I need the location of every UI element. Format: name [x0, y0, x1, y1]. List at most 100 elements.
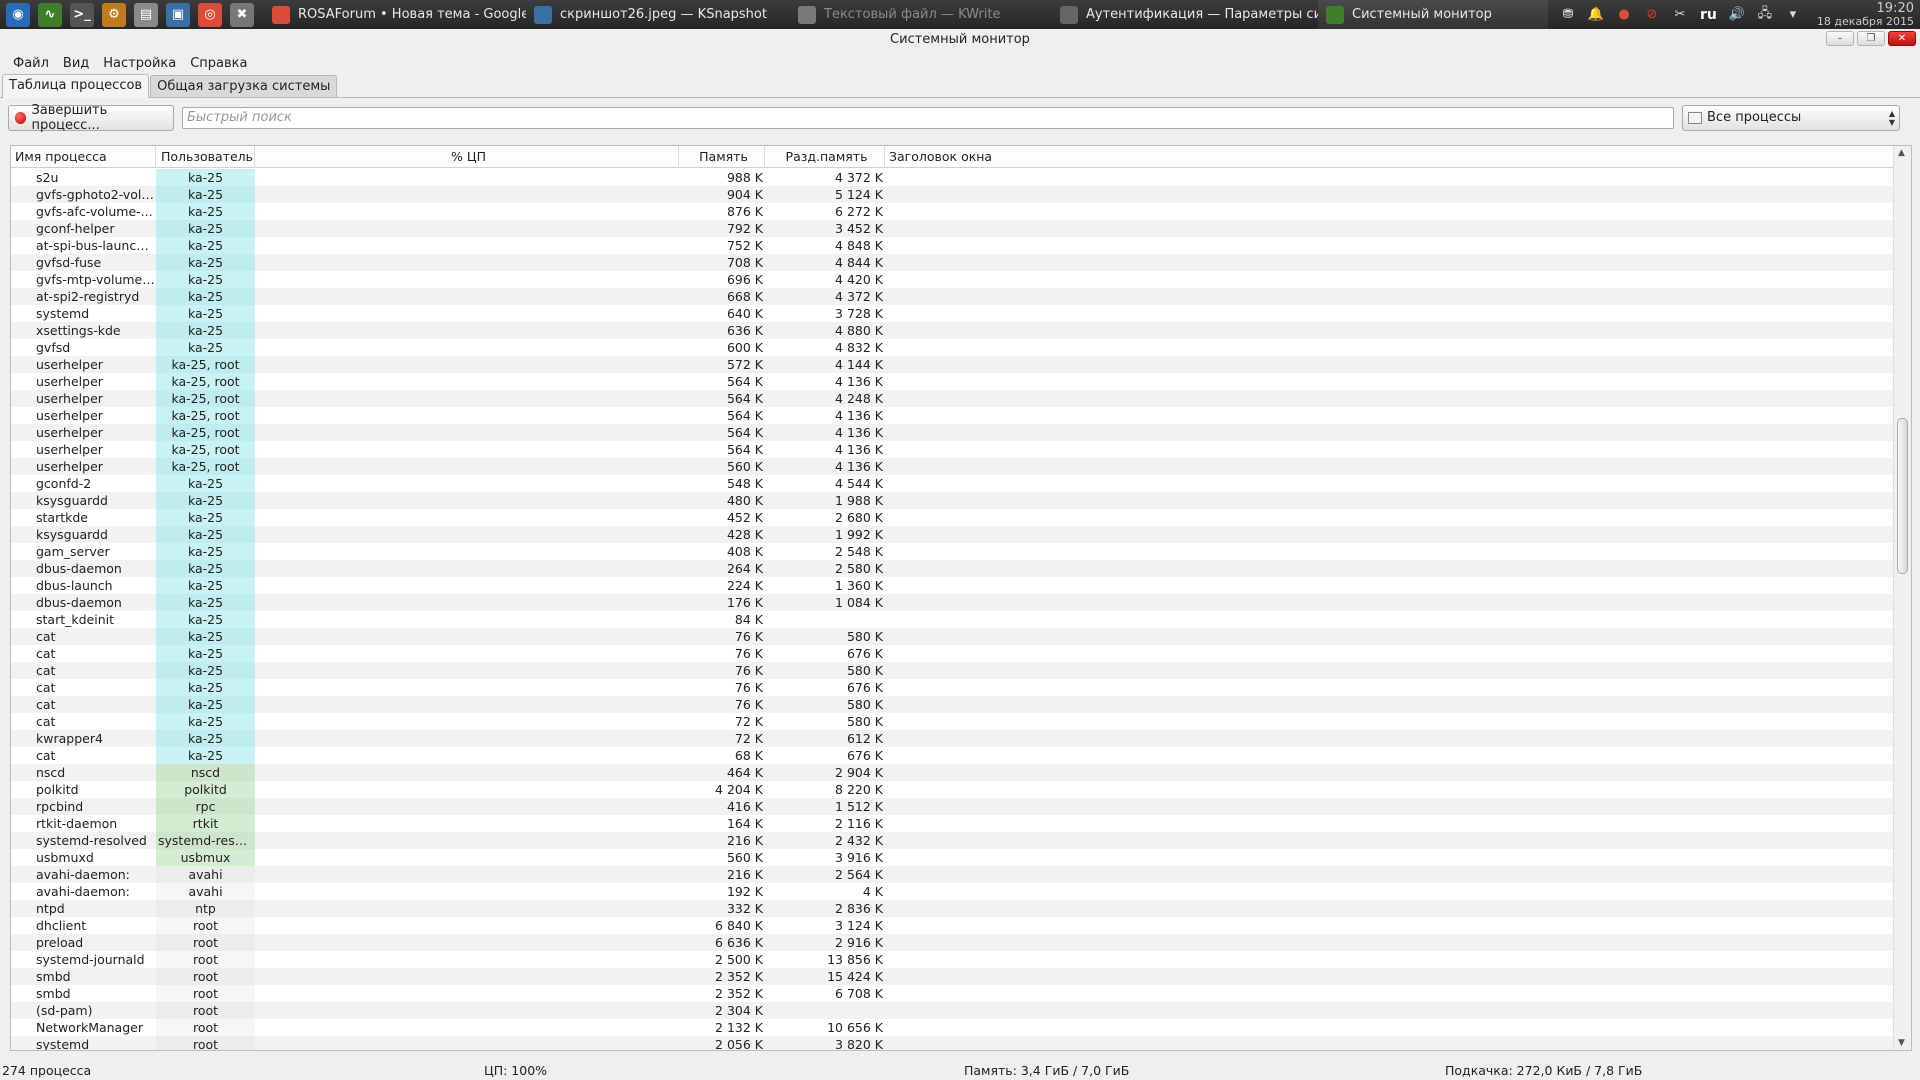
maximize-button[interactable]: ❐	[1857, 31, 1885, 46]
tray-expand-arrow-icon[interactable]: ▾	[1784, 6, 1802, 24]
table-row[interactable]: s2u ka-25 988 K 4 372 K	[11, 169, 1893, 186]
table-row[interactable]: ksysguardd ka-25 428 K 1 992 K	[11, 526, 1893, 543]
table-row[interactable]: cat ka-25 76 K 676 K	[11, 679, 1893, 696]
table-row[interactable]: cat ka-25 76 K 676 K	[11, 645, 1893, 662]
table-row[interactable]: at-spi2-registryd ka-25 668 K 4 372 K	[11, 288, 1893, 305]
table-row[interactable]: systemd-resolved systemd-resol... 216 K 2 4…	[11, 832, 1893, 849]
table-row[interactable]: userhelper ka-25, root 564 K 4 136 K	[11, 424, 1893, 441]
system-monitor-launcher-icon[interactable]: ∿	[38, 2, 62, 27]
notification-bell-icon[interactable]: 🔔	[1587, 6, 1605, 24]
table-row[interactable]: polkitd polkitd 4 204 K 8 220 K	[11, 781, 1893, 798]
clock[interactable]: 19:20 18 декабря 2015	[1817, 2, 1914, 28]
shared-memory-cell: 580 K	[846, 629, 883, 644]
table-row[interactable]: gam_server ka-25 408 K 2 548 K	[11, 543, 1893, 560]
ksnapshot-launcher-icon[interactable]: ▣	[166, 2, 190, 27]
table-row[interactable]: userhelper ka-25, root 564 K 4 136 K	[11, 407, 1893, 424]
menu-settings[interactable]: Настройка	[96, 56, 183, 71]
table-row[interactable]: cat ka-25 76 K 580 K	[11, 628, 1893, 645]
table-row[interactable]: userhelper ka-25, root 560 K 4 136 K	[11, 458, 1893, 475]
menu-view[interactable]: Вид	[56, 56, 96, 71]
header-cpu[interactable]: % ЦП	[255, 146, 679, 168]
table-row[interactable]: cat ka-25 68 K 676 K	[11, 747, 1893, 764]
table-row[interactable]: dbus-daemon ka-25 264 K 2 580 K	[11, 560, 1893, 577]
package-manager-icon[interactable]: ⚙	[102, 2, 126, 27]
table-row[interactable]: usbmuxd usbmux 560 K 3 916 K	[11, 849, 1893, 866]
quick-search-input[interactable]	[182, 106, 1674, 129]
header-memory[interactable]: Память	[679, 146, 765, 168]
table-row[interactable]: NetworkManager root 2 132 K 10 656 K	[11, 1019, 1893, 1036]
table-row[interactable]: systemd root 2 056 K 3 820 K	[11, 1036, 1893, 1050]
kill-process-button[interactable]: Завершить процесс...	[8, 103, 174, 133]
vertical-scrollbar[interactable]: ▲ ▼	[1893, 146, 1911, 1050]
taskbar-task-1[interactable]: ROSAForum • Новая тема - Google	[264, 0, 526, 29]
tab-system-load[interactable]: Общая загрузка системы	[150, 75, 338, 97]
rosa-menu-icon[interactable]: ◉	[6, 2, 30, 27]
menu-help[interactable]: Справка	[183, 56, 254, 71]
table-row[interactable]: startkde ka-25 452 K 2 680 K	[11, 509, 1893, 526]
database-icon[interactable]: ⛃	[1559, 6, 1577, 24]
table-row[interactable]: dhclient root 6 840 K 3 124 K	[11, 917, 1893, 934]
table-row[interactable]: userhelper ka-25, root 572 K 4 144 K	[11, 356, 1893, 373]
table-row[interactable]: userhelper ka-25, root 564 K 4 136 K	[11, 373, 1893, 390]
table-row[interactable]: kwrapper4 ka-25 72 K 612 K	[11, 730, 1893, 747]
process-filter-select[interactable]: Все процессы ▲ ▼	[1682, 104, 1900, 131]
table-row[interactable]: dbus-daemon ka-25 176 K 1 084 K	[11, 594, 1893, 611]
table-row[interactable]: gvfsd-fuse ka-25 708 K 4 844 K	[11, 254, 1893, 271]
window-titlebar[interactable]: Системный монитор – ❐ ✕	[0, 29, 1920, 52]
blocked-icon[interactable]: ⊘	[1643, 6, 1661, 24]
close-button[interactable]: ✕	[1888, 31, 1916, 46]
table-row[interactable]: preload root 6 636 K 2 916 K	[11, 934, 1893, 951]
table-row[interactable]: userhelper ka-25, root 564 K 4 248 K	[11, 390, 1893, 407]
header-window-title[interactable]: Заголовок окна	[885, 146, 1911, 168]
table-row[interactable]: ntpd ntp 332 K 2 836 K	[11, 900, 1893, 917]
table-row[interactable]: gvfs-afc-volume-... ka-25 876 K 6 272 K	[11, 203, 1893, 220]
table-row[interactable]: systemd ka-25 640 K 3 728 K	[11, 305, 1893, 322]
table-row[interactable]: (sd-pam) root 2 304 K	[11, 1002, 1893, 1019]
table-row[interactable]: dbus-launch ka-25 224 K 1 360 K	[11, 577, 1893, 594]
table-row[interactable]: avahi-daemon: avahi 216 K 2 564 K	[11, 866, 1893, 883]
menu-file[interactable]: Файл	[6, 56, 56, 71]
table-row[interactable]: avahi-daemon: avahi 192 K 4 K	[11, 883, 1893, 900]
file-manager-icon[interactable]: ▤	[134, 2, 158, 27]
table-row[interactable]: rpcbind rpc 416 K 1 512 K	[11, 798, 1893, 815]
table-row[interactable]: systemd-journald root 2 500 K 13 856 K	[11, 951, 1893, 968]
table-row[interactable]: start_kdeinit ka-25 84 K	[11, 611, 1893, 628]
scroll-down-arrow-icon[interactable]: ▼	[1898, 1038, 1905, 1048]
table-row[interactable]: gvfsd ka-25 600 K 4 832 K	[11, 339, 1893, 356]
scrollbar-thumb[interactable]	[1897, 418, 1908, 574]
table-row[interactable]: rtkit-daemon rtkit 164 K 2 116 K	[11, 815, 1893, 832]
table-row[interactable]: gvfs-gphoto2-volu... ka-25 904 K 5 124 K	[11, 186, 1893, 203]
taskbar-task-3[interactable]: Текстовый файл — KWrite	[790, 0, 1052, 29]
process-name-cell: userhelper	[36, 357, 103, 372]
table-row[interactable]: ksysguardd ka-25 480 K 1 988 K	[11, 492, 1893, 509]
table-row[interactable]: cat ka-25 76 K 580 K	[11, 696, 1893, 713]
table-row[interactable]: gvfs-mtp-volume-... ka-25 696 K 4 420 K	[11, 271, 1893, 288]
tab-process-table[interactable]: Таблица процессов	[2, 74, 150, 98]
chrome-icon[interactable]: ◎	[198, 2, 222, 27]
header-process-name[interactable]: Имя процесса	[11, 146, 156, 168]
taskbar-task-5[interactable]: Системный монитор	[1318, 0, 1548, 29]
taskbar-task-4[interactable]: Аутентификация — Параметры си	[1052, 0, 1318, 29]
scroll-up-arrow-icon[interactable]: ▲	[1898, 148, 1905, 158]
table-row[interactable]: userhelper ka-25, root 564 K 4 136 K	[11, 441, 1893, 458]
header-shared-memory[interactable]: Разд.память	[765, 146, 885, 168]
table-row[interactable]: smbd root 2 352 K 6 708 K	[11, 985, 1893, 1002]
table-row[interactable]: cat ka-25 72 K 580 K	[11, 713, 1893, 730]
keyboard-layout-indicator[interactable]: ru	[1700, 7, 1717, 23]
table-row[interactable]: cat ka-25 76 K 580 K	[11, 662, 1893, 679]
klipper-scissors-icon[interactable]: ✂	[1671, 6, 1689, 24]
taskbar-task-2[interactable]: скриншот26.jpeg — KSnapshot	[526, 0, 790, 29]
header-user[interactable]: Пользователь	[156, 146, 255, 168]
settings-tools-icon[interactable]: ✖	[230, 2, 254, 27]
volume-icon[interactable]: 🔊	[1728, 6, 1746, 24]
table-row[interactable]: at-spi-bus-launcher ka-25 752 K 4 848 K	[11, 237, 1893, 254]
chrome-tray-icon[interactable]: ●	[1615, 6, 1633, 24]
table-row[interactable]: gconf-helper ka-25 792 K 3 452 K	[11, 220, 1893, 237]
table-row[interactable]: smbd root 2 352 K 15 424 K	[11, 968, 1893, 985]
minimize-button[interactable]: –	[1826, 31, 1854, 46]
table-row[interactable]: xsettings-kde ka-25 636 K 4 880 K	[11, 322, 1893, 339]
table-row[interactable]: nscd nscd 464 K 2 904 K	[11, 764, 1893, 781]
terminal-icon[interactable]: >_	[70, 2, 94, 27]
table-row[interactable]: gconfd-2 ka-25 548 K 4 544 K	[11, 475, 1893, 492]
network-icon[interactable]: 🖧	[1756, 6, 1774, 24]
